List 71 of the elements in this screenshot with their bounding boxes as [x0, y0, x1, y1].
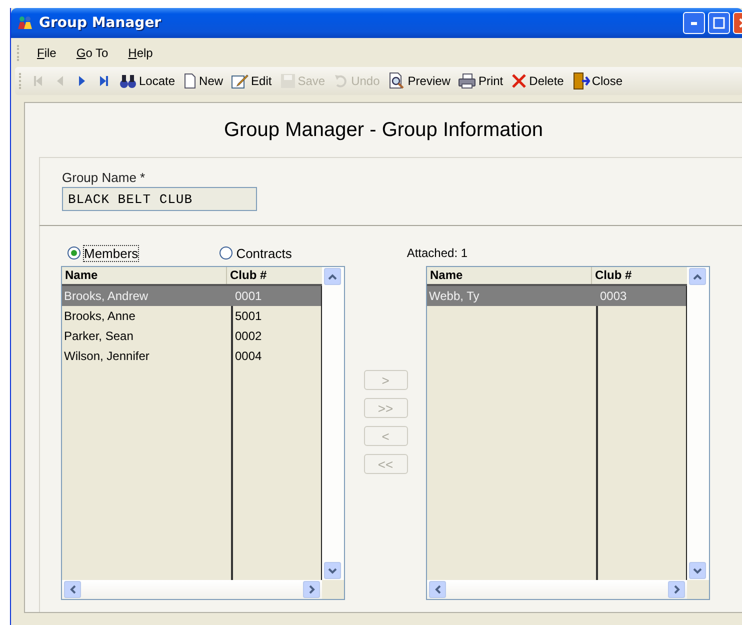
- chevron-down-icon: [693, 568, 702, 574]
- club-cell-text: 5001: [234, 309, 263, 323]
- name-cell-text: Webb, Ty: [428, 289, 480, 303]
- radio-button[interactable]: Members: [64, 244, 142, 262]
- list-row[interactable]: Webb, Ty 0003: [427, 286, 686, 306]
- chevron-right-icon: [674, 585, 680, 594]
- name-cell-text: Wilson, Jennifer: [63, 349, 150, 363]
- toolbar-button[interactable]: Print: [454, 71, 508, 91]
- door-exit-icon: [572, 72, 590, 90]
- menu-item[interactable]: Help: [120, 44, 161, 62]
- scrollbar-corner: [687, 580, 709, 599]
- chevron-up-icon: [328, 274, 337, 280]
- column-header[interactable]: Name: [62, 267, 227, 284]
- binoculars-icon: [119, 73, 137, 89]
- delete-icon: [511, 73, 528, 89]
- chevron-left-icon: [434, 585, 440, 594]
- scroll-up-button[interactable]: [689, 268, 706, 285]
- edit-pencil-icon: [231, 73, 250, 89]
- maximize-icon: [713, 17, 725, 29]
- column-header[interactable]: Club #: [592, 267, 679, 284]
- document-icon: [183, 73, 198, 89]
- name-cell-text: Brooks, Anne: [63, 309, 136, 323]
- chevron-right-icon: [308, 585, 314, 594]
- radio-button[interactable]: Contracts: [216, 244, 295, 262]
- maximize-button[interactable]: [708, 12, 730, 34]
- list-row[interactable]: Brooks, Andrew 0001: [62, 286, 321, 306]
- list-row[interactable]: Wilson, Jennifer 0004: [62, 346, 321, 366]
- chevron-down-icon: [328, 568, 337, 574]
- skip-forward-icon: [97, 74, 111, 88]
- scroll-down-button[interactable]: [689, 562, 706, 579]
- scroll-up-button[interactable]: [324, 268, 341, 285]
- toolbar-button[interactable]: Locate: [115, 71, 180, 91]
- menu-item[interactable]: Go To: [68, 44, 116, 62]
- scroll-right-button[interactable]: [668, 581, 685, 598]
- scroll-down-button[interactable]: [324, 562, 341, 579]
- scroll-left-button[interactable]: [64, 581, 81, 598]
- attached-count: Attached: 1: [406, 246, 468, 260]
- window-title: Group Manager: [39, 15, 162, 31]
- chevron-up-icon: [693, 274, 702, 280]
- name-cell-text: Parker, Sean: [63, 329, 134, 343]
- chevron-left-icon: [70, 585, 76, 594]
- menu-item[interactable]: File: [29, 44, 64, 62]
- list-row[interactable]: Brooks, Anne 5001: [62, 306, 321, 326]
- toolbar-button[interactable]: New: [179, 71, 228, 91]
- scrollbar-corner: [322, 580, 344, 599]
- toolbar-button[interactable]: Preview: [384, 70, 454, 92]
- toolbar-button[interactable]: Close: [568, 70, 627, 92]
- group-name-field[interactable]: BLACK BELT CLUB: [62, 187, 257, 211]
- column-header[interactable]: Club #: [227, 267, 314, 284]
- club-cell-text: 0002: [234, 329, 263, 343]
- printer-icon: [458, 73, 476, 89]
- toolbar-button[interactable]: Delete: [507, 71, 568, 91]
- scroll-right-button[interactable]: [303, 581, 320, 598]
- radio-icon: [219, 246, 234, 260]
- skip-back-icon: [31, 74, 45, 88]
- list-row[interactable]: Parker, Sean 0002: [62, 326, 321, 346]
- radio-icon: [67, 246, 81, 260]
- undo-icon: [333, 73, 350, 89]
- field-label: Group Name *: [62, 170, 146, 185]
- people-icon: [17, 15, 33, 31]
- club-cell-text: 0003: [599, 289, 628, 303]
- magnifier-page-icon: [388, 72, 406, 90]
- club-cell-text: 0004: [234, 349, 263, 363]
- form-heading: Group Manager - Group Information: [222, 118, 544, 143]
- toolbar-button[interactable]: Edit: [227, 71, 276, 91]
- minimize-button[interactable]: [683, 12, 705, 34]
- club-cell-text: 0001: [234, 289, 263, 303]
- column-header[interactable]: Name: [427, 267, 592, 284]
- scroll-left-button[interactable]: [429, 581, 446, 598]
- name-cell-text: Brooks, Andrew: [63, 289, 150, 303]
- minimize-icon: [691, 22, 697, 24]
